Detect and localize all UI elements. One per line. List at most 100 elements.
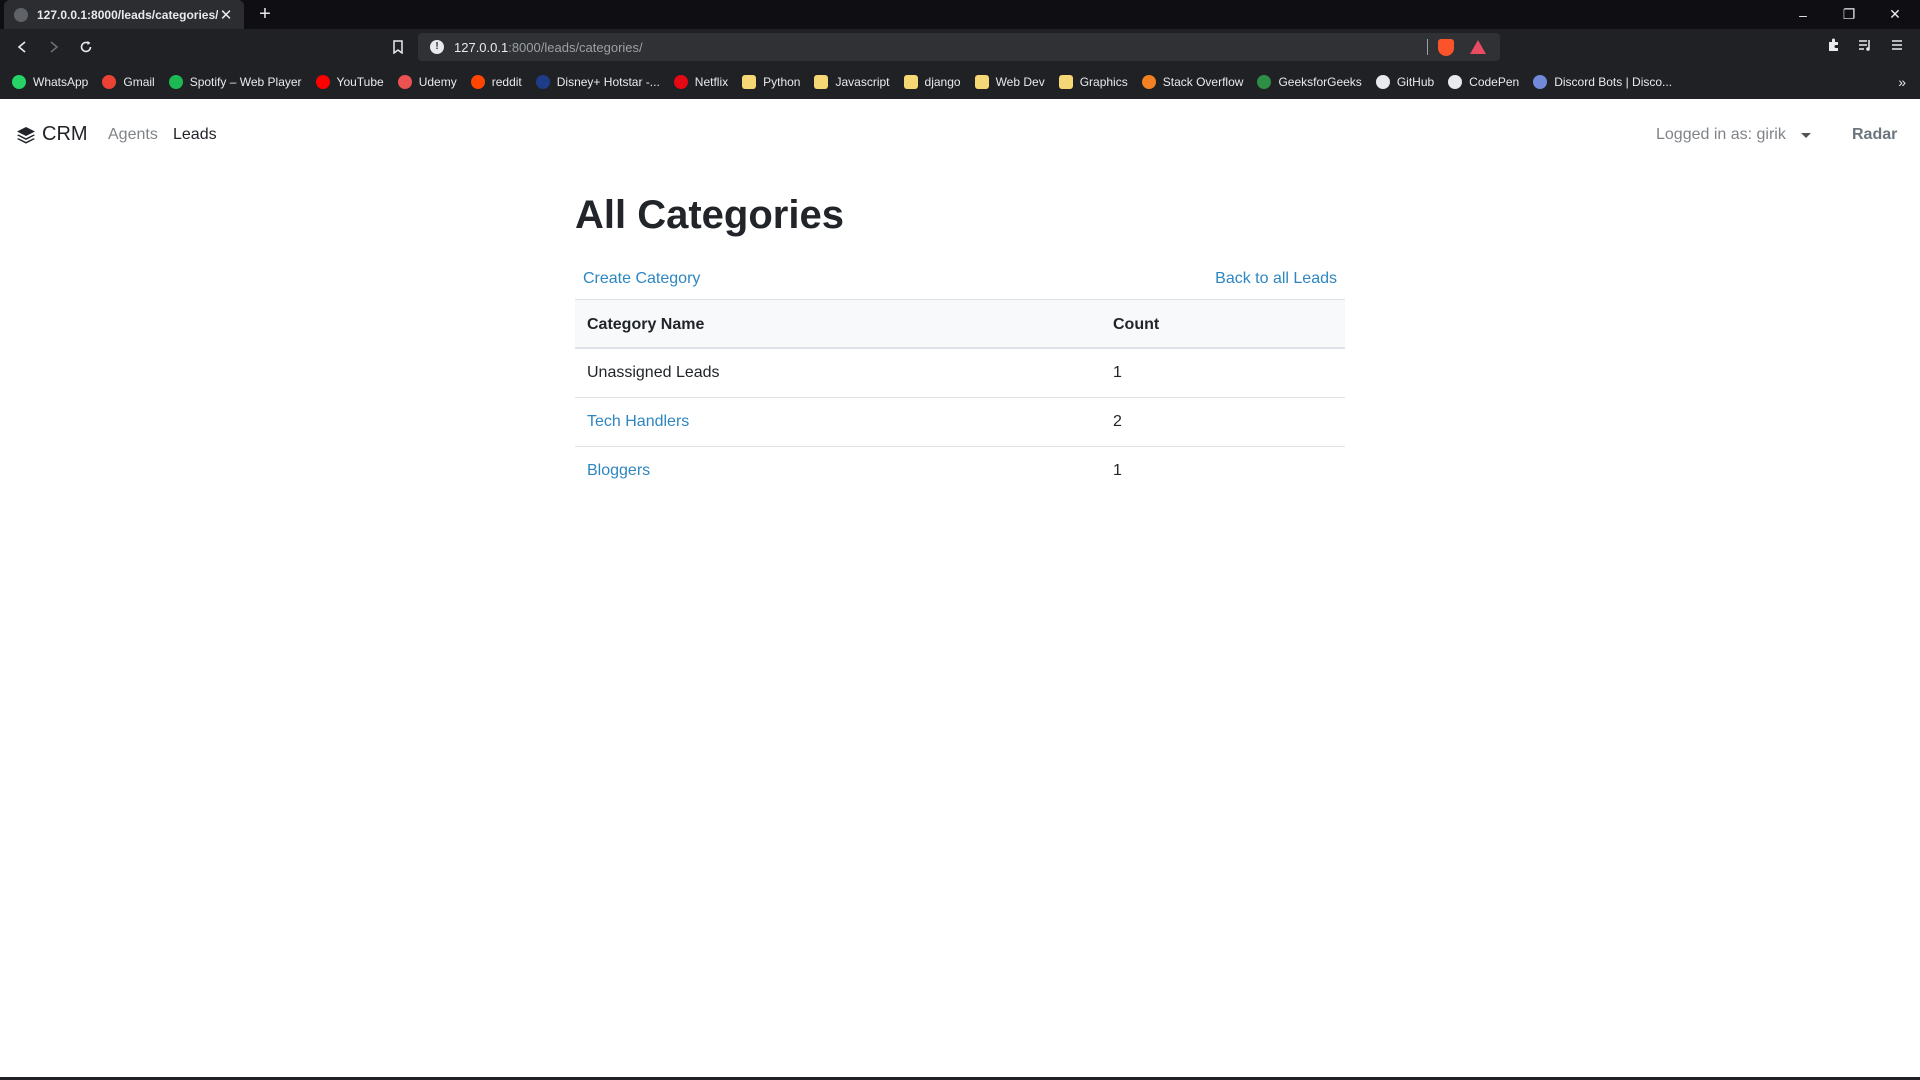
new-tab-button[interactable]: + bbox=[254, 3, 276, 25]
forward-button[interactable] bbox=[42, 35, 66, 59]
table-body: Unassigned Leads 1 Tech Handlers 2 Bloggers 1 bbox=[575, 349, 1345, 496]
bookmark-item[interactable]: Stack Overflow bbox=[1141, 75, 1243, 89]
bookmark-label: Web Dev bbox=[995, 75, 1045, 89]
bookmark-label: CodePen bbox=[1469, 75, 1520, 89]
bookmark-item[interactable]: Python bbox=[742, 75, 800, 89]
table-row: Unassigned Leads 1 bbox=[575, 349, 1345, 398]
github-icon bbox=[1375, 75, 1390, 89]
category-count: 1 bbox=[1113, 462, 1122, 479]
youtube-icon bbox=[315, 75, 330, 89]
folder-icon bbox=[974, 75, 989, 89]
spotify-icon bbox=[168, 75, 183, 89]
bookmark-label: Discord Bots | Disco... bbox=[1554, 75, 1673, 89]
browser-tab[interactable]: 127.0.0.1:8000/leads/categories/ ✕ bbox=[4, 0, 244, 29]
bookmark-item[interactable]: Javascript bbox=[814, 75, 890, 89]
bookmarks-bar: WhatsApp Gmail Spotify – Web Player YouTube… bbox=[0, 65, 1920, 99]
reload-icon bbox=[80, 41, 92, 53]
brand-link[interactable]: CRM bbox=[16, 123, 88, 146]
category-name: Unassigned Leads bbox=[587, 364, 720, 381]
address-bar[interactable]: ! 127.0.0.1:8000/leads/categories/ bbox=[418, 33, 1500, 61]
hotstar-icon bbox=[535, 75, 550, 89]
categories-table: Category Name Count Unassigned Leads 1 Tec… bbox=[575, 299, 1345, 496]
folder-icon bbox=[903, 75, 918, 89]
page-title: All Categories bbox=[575, 193, 844, 237]
bookmark-label: Udemy bbox=[418, 75, 457, 89]
discord-icon bbox=[1533, 75, 1548, 89]
bookmark-label: YouTube bbox=[336, 75, 384, 89]
site-info-icon[interactable]: ! bbox=[430, 40, 444, 54]
restore-button[interactable]: ❐ bbox=[1826, 0, 1872, 29]
gmail-icon bbox=[102, 75, 117, 89]
extensions-button[interactable] bbox=[1824, 37, 1844, 57]
nav-leads-link[interactable]: Leads bbox=[173, 126, 217, 144]
url-host: 127.0.0.1 bbox=[454, 39, 509, 55]
minimize-button[interactable]: – bbox=[1780, 0, 1826, 29]
column-header-category-name: Category Name bbox=[587, 316, 705, 333]
bookmark-label: Javascript bbox=[835, 75, 890, 89]
bookmark-item[interactable]: GeeksforGeeks bbox=[1257, 75, 1362, 89]
bookmark-item[interactable]: django bbox=[903, 75, 961, 89]
reload-button[interactable] bbox=[74, 35, 98, 59]
menu-button[interactable] bbox=[1887, 37, 1907, 57]
web-page: CRM Agents Leads Logged in as: girik Rad… bbox=[0, 99, 1920, 1077]
bookmark-label: GeeksforGeeks bbox=[1278, 75, 1362, 89]
layers-icon bbox=[17, 126, 35, 144]
hamburger-icon bbox=[1892, 40, 1902, 50]
bookmark-label: Spotify – Web Player bbox=[189, 75, 302, 89]
back-button[interactable] bbox=[10, 35, 34, 59]
category-count: 1 bbox=[1113, 364, 1122, 381]
playlist-icon bbox=[1859, 40, 1870, 51]
close-window-button[interactable]: ✕ bbox=[1872, 0, 1918, 29]
media-controls-button[interactable] bbox=[1855, 37, 1875, 57]
bookmark-label: django bbox=[924, 75, 961, 89]
brave-shields-icon[interactable] bbox=[1438, 39, 1454, 56]
globe-icon bbox=[14, 7, 28, 22]
folder-icon bbox=[1058, 75, 1073, 89]
nav-agents-link[interactable]: Agents bbox=[108, 126, 158, 144]
caret-down-icon[interactable] bbox=[1801, 133, 1811, 138]
table-row: Tech Handlers 2 bbox=[575, 398, 1345, 447]
bookmark-label: reddit bbox=[491, 75, 522, 89]
category-link[interactable]: Tech Handlers bbox=[587, 413, 689, 431]
geeksforgeeks-icon bbox=[1257, 75, 1272, 89]
category-count: 2 bbox=[1113, 413, 1122, 430]
bookmark-item[interactable]: WhatsApp bbox=[12, 75, 88, 89]
logged-in-dropdown[interactable]: Logged in as: girik bbox=[1656, 126, 1786, 144]
column-header-count: Count bbox=[1113, 316, 1160, 333]
reddit-icon bbox=[470, 75, 485, 89]
site-navbar: CRM Agents Leads Logged in as: girik Rad… bbox=[0, 99, 1920, 171]
create-category-link[interactable]: Create Category bbox=[583, 270, 700, 288]
bookmark-item[interactable]: Gmail bbox=[102, 75, 155, 89]
bookmark-item[interactable]: CodePen bbox=[1448, 75, 1519, 89]
folder-icon bbox=[814, 75, 829, 89]
bookmark-item[interactable]: Netflix bbox=[673, 75, 728, 89]
udemy-icon bbox=[397, 75, 412, 89]
user-name[interactable]: Radar bbox=[1852, 126, 1897, 144]
divider bbox=[1427, 39, 1428, 55]
category-link[interactable]: Bloggers bbox=[587, 462, 650, 480]
back-to-leads-link[interactable]: Back to all Leads bbox=[1215, 270, 1337, 288]
bookmark-item[interactable]: Discord Bots | Disco... bbox=[1533, 75, 1672, 89]
whatsapp-icon bbox=[12, 75, 26, 89]
bookmark-item[interactable]: GitHub bbox=[1375, 75, 1434, 89]
bookmark-item[interactable]: reddit bbox=[470, 75, 522, 89]
brave-rewards-icon[interactable] bbox=[1470, 40, 1486, 54]
bookmark-icon bbox=[393, 40, 403, 54]
bookmark-item[interactable]: Web Dev bbox=[974, 75, 1045, 89]
bookmark-item[interactable]: Disney+ Hotstar -... bbox=[535, 75, 660, 89]
folder-icon bbox=[742, 75, 757, 89]
bookmark-label: WhatsApp bbox=[33, 75, 89, 89]
bookmark-label: Python bbox=[763, 75, 801, 89]
browser-toolbar: ! 127.0.0.1:8000/leads/categories/ bbox=[0, 29, 1920, 65]
browser-chrome: 127.0.0.1:8000/leads/categories/ ✕ + – ❐… bbox=[0, 0, 1920, 99]
tab-close-icon[interactable]: ✕ bbox=[218, 6, 234, 24]
stackoverflow-icon bbox=[1141, 75, 1156, 89]
bookmark-item[interactable]: Spotify – Web Player bbox=[168, 75, 302, 89]
bookmark-item[interactable]: Graphics bbox=[1058, 75, 1128, 89]
forward-arrow-icon bbox=[50, 41, 59, 53]
bookmark-item[interactable]: Udemy bbox=[397, 75, 457, 89]
bookmark-item[interactable]: YouTube bbox=[315, 75, 384, 89]
more-bookmarks-button[interactable]: » bbox=[1898, 74, 1906, 90]
bookmark-button[interactable] bbox=[386, 35, 410, 59]
brand-name: CRM bbox=[42, 123, 88, 145]
